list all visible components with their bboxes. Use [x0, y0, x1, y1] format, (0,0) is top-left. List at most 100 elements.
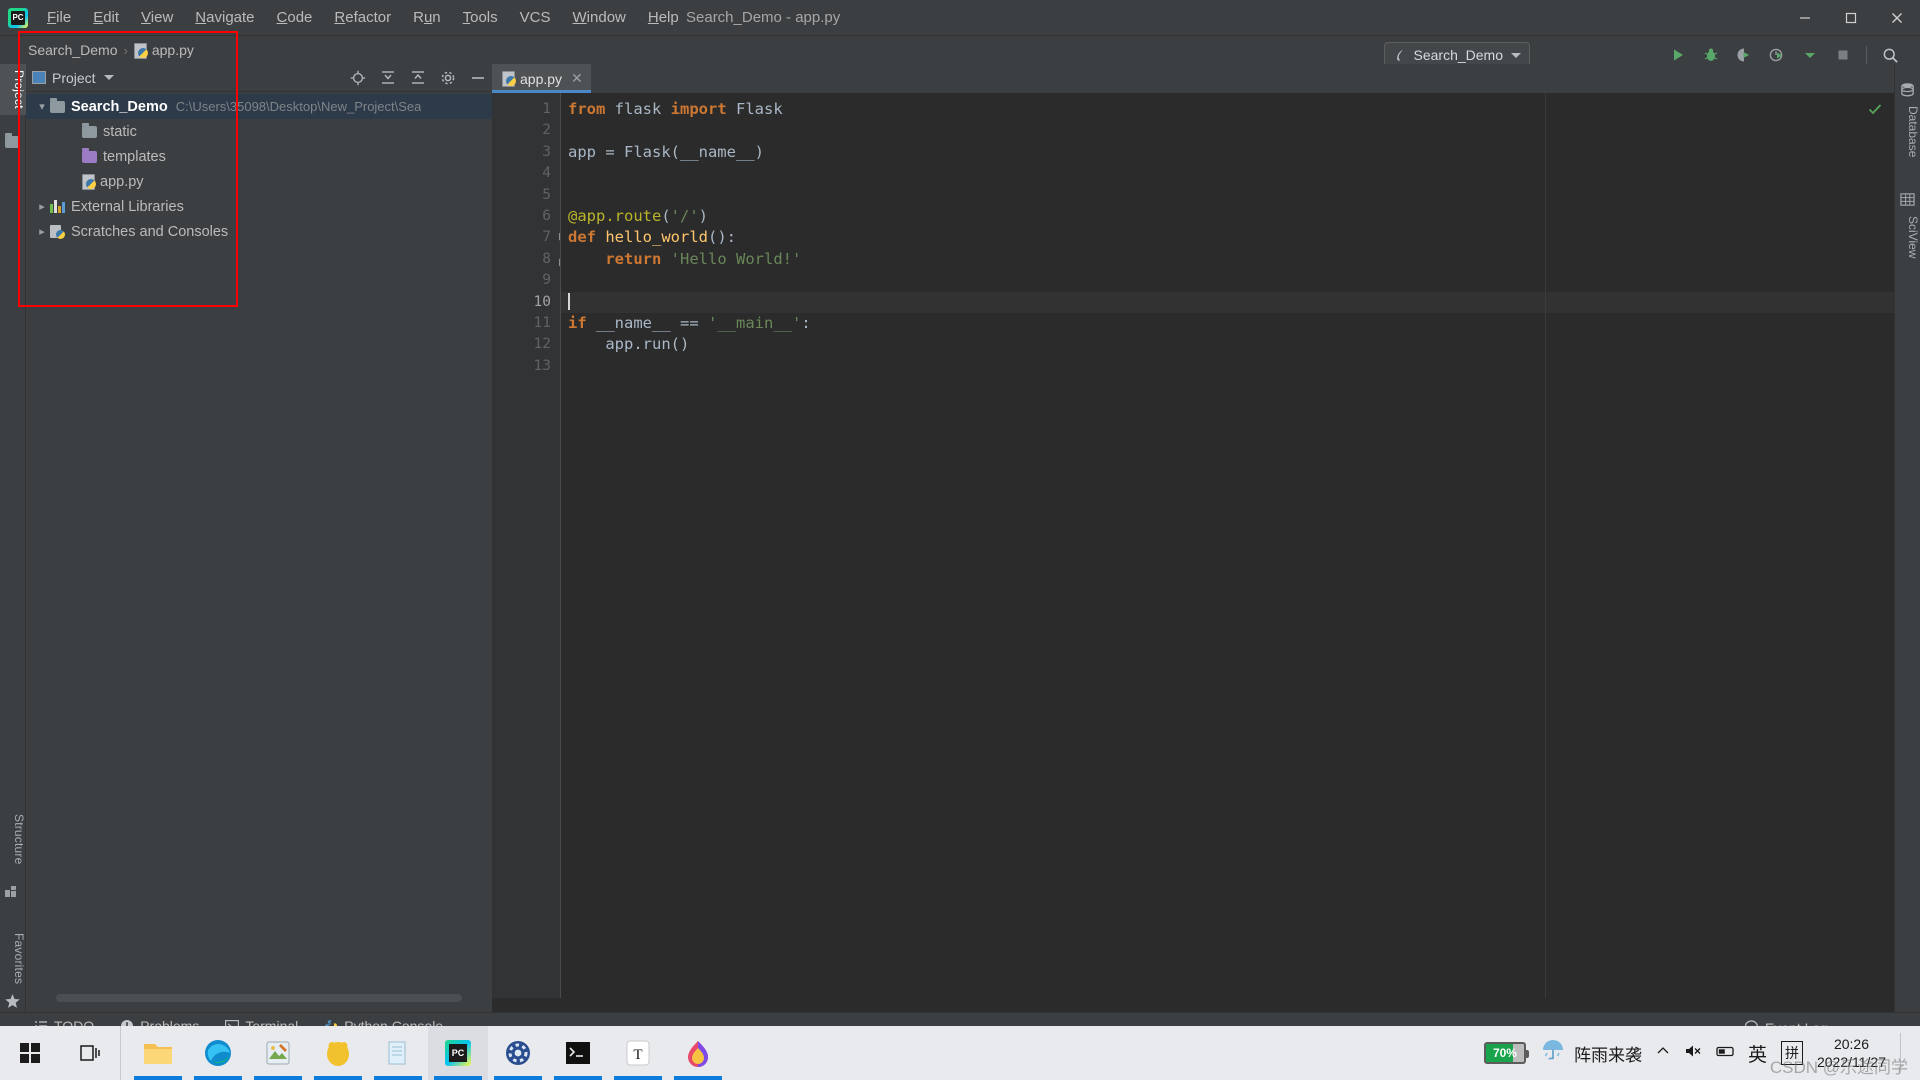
chevron-up-icon[interactable]: [1656, 1044, 1670, 1063]
sidebar-item-favorites[interactable]: Favorites: [0, 927, 26, 990]
taskbar-paint[interactable]: [668, 1026, 728, 1080]
tree-node-path: C:\Users\35098\Desktop\New_Project\Sea: [176, 99, 422, 114]
tree-node-external-libraries[interactable]: ▸ External Libraries: [26, 194, 492, 219]
taskbar-tencent-qq[interactable]: [308, 1026, 368, 1080]
weather-widget[interactable]: 阵雨来袭: [1540, 1038, 1642, 1069]
menu-run[interactable]: Run: [402, 5, 452, 30]
tree-node-app-py[interactable]: app.py: [26, 169, 492, 194]
ime-language-indicator[interactable]: 英: [1748, 1040, 1767, 1067]
menu-refactor[interactable]: Refactor: [323, 5, 402, 30]
scratches-icon: [50, 225, 65, 239]
breadcrumb-file[interactable]: app.py: [152, 42, 194, 58]
chevron-right-icon[interactable]: ▸: [34, 225, 50, 238]
debug-button[interactable]: [1701, 45, 1721, 65]
code-line-current: [560, 292, 1894, 313]
editor-tab-label: app.py: [520, 71, 562, 87]
task-view-button[interactable]: [60, 1026, 120, 1080]
minimize-icon[interactable]: [470, 70, 486, 86]
code-line: [560, 120, 1894, 141]
show-desktop-button[interactable]: [1900, 1033, 1906, 1073]
project-pane-horizontal-scrollbar[interactable]: [56, 994, 462, 1002]
clock-widget[interactable]: 20:26 2022/11/27: [1817, 1035, 1886, 1071]
right-tool-strip: Database SciView: [1894, 64, 1920, 1020]
taskbar-typora[interactable]: T: [608, 1026, 668, 1080]
taskbar-snipaste[interactable]: [248, 1026, 308, 1080]
tree-node-label: Scratches and Consoles: [71, 224, 228, 240]
menu-tools[interactable]: Tools: [452, 5, 509, 30]
running-indicator: [254, 1076, 302, 1080]
line-number: 3: [492, 142, 560, 163]
ime-mode-indicator[interactable]: 拼: [1781, 1041, 1803, 1065]
code-line: [560, 270, 1894, 291]
tree-node-scratches-and-consoles[interactable]: ▸ Scratches and Consoles: [26, 219, 492, 244]
search-everywhere-button[interactable]: [1880, 45, 1900, 65]
network-icon[interactable]: [1716, 1044, 1734, 1063]
close-button[interactable]: [1874, 0, 1920, 36]
stop-button[interactable]: [1833, 45, 1853, 65]
menu-view[interactable]: View: [130, 5, 184, 30]
line-number: 9: [492, 270, 560, 291]
project-files-icon: [5, 136, 20, 148]
taskbar-settings[interactable]: [488, 1026, 548, 1080]
minimize-button[interactable]: [1782, 0, 1828, 36]
line-number: 13: [492, 356, 560, 377]
chevron-right-icon[interactable]: ▸: [34, 200, 50, 213]
taskbar-notepad[interactable]: [368, 1026, 428, 1080]
start-button[interactable]: [0, 1026, 60, 1080]
gear-icon[interactable]: [440, 70, 456, 86]
taskbar-pycharm[interactable]: PC: [428, 1026, 488, 1080]
tree-node-search-demo[interactable]: ▾ Search_Demo C:\Users\35098\Desktop\New…: [26, 94, 492, 119]
chevron-down-icon[interactable]: ▾: [34, 100, 50, 113]
pycharm-logo-icon: [8, 8, 28, 28]
menu-vcs[interactable]: VCS: [509, 5, 562, 30]
python-file-icon: [82, 174, 96, 189]
project-pane-title[interactable]: Project: [32, 70, 114, 86]
code-text[interactable]: from flask import Flask app = Flask(__na…: [560, 93, 1894, 998]
chevron-down-icon[interactable]: [104, 75, 114, 80]
menu-file[interactable]: File: [36, 5, 82, 30]
breadcrumb[interactable]: Search_Demo › app.py: [28, 42, 194, 58]
line-number-gutter[interactable]: 1 2 3 4 5 6 7 8 9: [492, 93, 560, 998]
window-controls: [1782, 0, 1920, 36]
taskbar-command-prompt[interactable]: [548, 1026, 608, 1080]
code-line: return 'Hello World!': [560, 249, 1894, 270]
volume-muted-icon[interactable]: [1684, 1043, 1702, 1064]
sidebar-item-project[interactable]: Project: [0, 64, 26, 115]
clock-date: 2022/11/27: [1817, 1053, 1886, 1071]
close-icon[interactable]: ✕: [571, 70, 583, 87]
play-icon: [1670, 47, 1686, 63]
chevron-down-icon[interactable]: [1511, 53, 1521, 58]
target-icon[interactable]: [350, 70, 366, 86]
expand-all-icon[interactable]: [380, 70, 396, 86]
taskbar-divider: [120, 1026, 128, 1080]
tree-node-label: templates: [103, 149, 166, 165]
tab-app-py[interactable]: app.py ✕: [492, 64, 591, 93]
line-number: 8: [492, 249, 560, 270]
sidebar-item-sciview[interactable]: SciView: [1894, 210, 1920, 264]
run-with-coverage-button[interactable]: [1734, 45, 1754, 65]
sidebar-item-database[interactable]: Database: [1894, 100, 1920, 163]
breadcrumb-project[interactable]: Search_Demo: [28, 42, 118, 58]
collapse-all-icon[interactable]: [410, 70, 426, 86]
menu-window[interactable]: Window: [562, 5, 637, 30]
taskbar-file-explorer[interactable]: [128, 1026, 188, 1080]
profile-dropdown[interactable]: [1800, 45, 1820, 65]
clock-time: 20:26: [1817, 1035, 1886, 1053]
tree-node-static[interactable]: static: [26, 119, 492, 144]
project-pane-header: Project: [26, 64, 492, 92]
battery-indicator[interactable]: 70%: [1484, 1042, 1526, 1064]
checkmark-ok-icon[interactable]: [1868, 101, 1882, 120]
tree-node-templates[interactable]: templates: [26, 144, 492, 169]
sidebar-item-structure[interactable]: Structure: [0, 808, 26, 871]
navigation-bar: Search_Demo › app.py: [0, 36, 1920, 64]
profile-button[interactable]: [1767, 45, 1787, 65]
run-button[interactable]: [1668, 45, 1688, 65]
taskbar-microsoft-edge[interactable]: [188, 1026, 248, 1080]
menu-edit[interactable]: Edit: [82, 5, 130, 30]
code-line: [560, 356, 1894, 377]
maximize-button[interactable]: [1828, 0, 1874, 36]
menu-navigate[interactable]: Navigate: [184, 5, 265, 30]
menu-code[interactable]: Code: [266, 5, 324, 30]
coverage-icon: [1736, 47, 1752, 63]
menu-help[interactable]: Help: [637, 5, 690, 30]
